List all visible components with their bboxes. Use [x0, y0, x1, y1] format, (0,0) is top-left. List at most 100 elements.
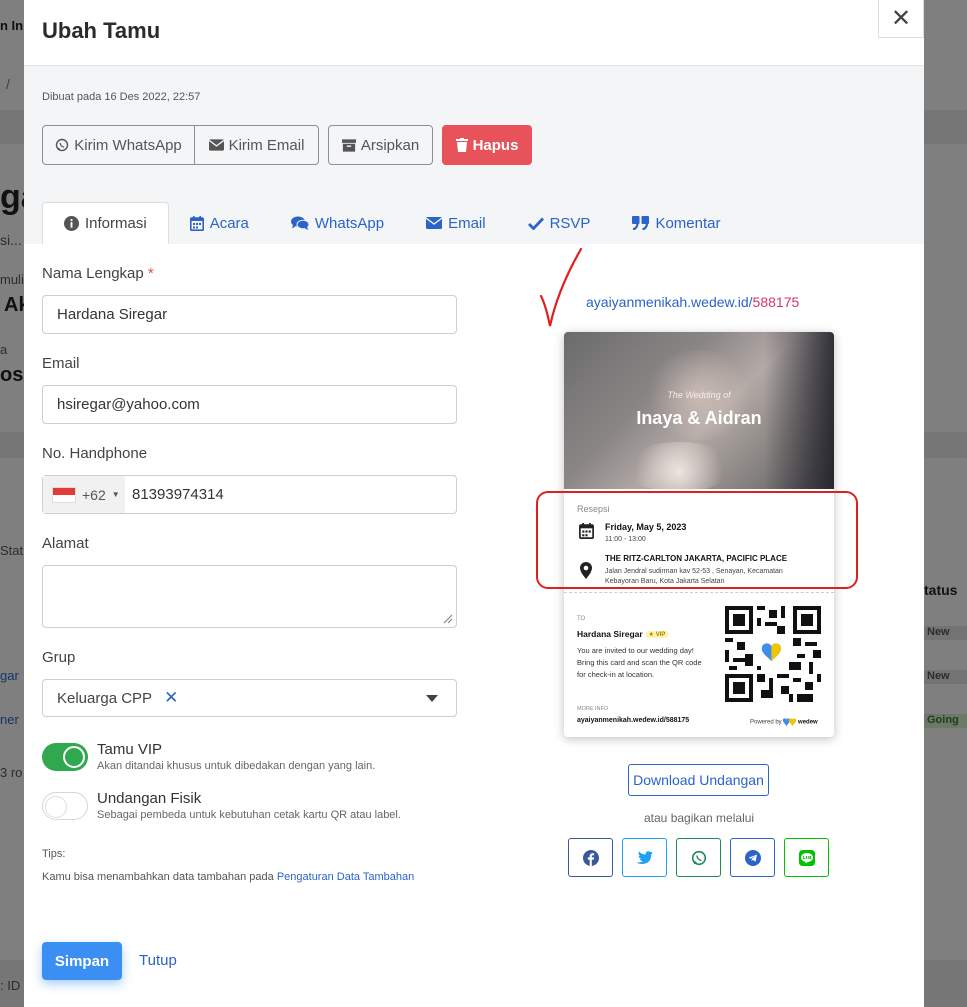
tab-acara[interactable]: Acara: [169, 202, 270, 244]
card-powered-by: Powered by wedew: [750, 718, 818, 726]
powered-by-text: Powered by: [750, 719, 782, 726]
telegram-icon: [744, 849, 761, 866]
tab-label: RSVP: [549, 214, 591, 232]
tab-label: Acara: [209, 214, 249, 232]
trash-icon: [455, 138, 468, 152]
brand-name: wedew: [798, 719, 818, 726]
country-code-select[interactable]: +62 ▼: [43, 476, 125, 513]
email-input[interactable]: hsiregar@yahoo.com: [42, 385, 457, 424]
additional-data-settings-link[interactable]: Pengaturan Data Tambahan: [277, 871, 414, 883]
archive-button[interactable]: Arsipkan: [328, 125, 433, 165]
red-highlight-annotation: [536, 491, 858, 589]
share-facebook-button[interactable]: [568, 838, 613, 877]
send-email-button[interactable]: Kirim Email: [195, 125, 319, 165]
check-icon: [527, 217, 544, 230]
tab-whatsapp[interactable]: WhatsApp: [270, 202, 405, 244]
send-email-label: Kirim Email: [228, 136, 305, 154]
card-divider: [564, 592, 834, 593]
tab-label: Email: [448, 214, 486, 232]
physical-invitation-toggle[interactable]: [42, 792, 88, 820]
delete-button[interactable]: Hapus: [442, 125, 532, 165]
resize-handle-icon[interactable]: [443, 614, 453, 624]
more-info-label: MORE INFO: [577, 706, 609, 712]
vip-description: Akan ditandai khusus untuk dibedakan den…: [97, 760, 376, 772]
phone-field: +62 ▼ 81393974314: [42, 475, 457, 514]
physical-invitation-title: Undangan Fisik: [97, 790, 202, 807]
group-label: Grup: [42, 649, 76, 666]
name-input[interactable]: Hardana Siregar: [42, 295, 457, 334]
delete-label: Hapus: [472, 136, 519, 154]
tab-label: WhatsApp: [314, 214, 385, 232]
couple-names: Inaya & Aidran: [636, 408, 762, 428]
facebook-icon: [582, 849, 599, 866]
vip-title: Tamu VIP: [97, 741, 163, 758]
toggle-knob: [45, 796, 67, 818]
card-message-line3: for check-in at location.: [577, 670, 655, 679]
send-whatsapp-label: Kirim WhatsApp: [74, 136, 182, 154]
envelope-icon: [426, 217, 443, 229]
group-select[interactable]: Keluarga CPP ✕: [42, 679, 457, 717]
tab-informasi[interactable]: Informasi: [42, 202, 169, 244]
close-icon[interactable]: ✕: [878, 0, 924, 38]
vip-toggle[interactable]: [42, 743, 88, 771]
info-circle-icon: [64, 216, 79, 231]
created-timestamp: Dibuat pada 16 Des 2022, 22:57: [42, 91, 201, 103]
archive-icon: [341, 138, 356, 152]
whatsapp-icon: [691, 850, 706, 865]
qr-code: [725, 606, 821, 702]
phone-label: No. Handphone: [42, 445, 148, 462]
physical-invitation-description: Sebagai pembeda untuk kebutuhan cetak ka…: [97, 809, 401, 821]
required-mark: *: [147, 265, 154, 282]
vip-badge: ★ VIP: [645, 631, 669, 639]
clear-group-icon[interactable]: ✕: [164, 688, 178, 708]
modal-title: Ubah Tamu: [42, 18, 161, 43]
download-invitation-button[interactable]: Download Undangan: [628, 764, 769, 796]
card-message-line2: Bring this card and scan the QR code: [577, 658, 702, 667]
card-footer-url: ayaiyanmenikah.wedew.id/588175: [577, 717, 690, 724]
tips-label: Tips:: [42, 848, 66, 860]
country-code: +62: [82, 486, 106, 503]
invitation-url-id: 588175: [752, 294, 800, 310]
chevron-down-icon: ▼: [111, 490, 120, 499]
card-subtitle: The Wedding of: [667, 390, 731, 400]
wedew-logo-icon: [783, 718, 797, 726]
dropdown-caret-icon[interactable]: [426, 695, 438, 702]
name-label: Nama Lengkap *: [42, 265, 154, 282]
tips-body: Kamu bisa menambahkan data tambahan pada: [42, 871, 277, 883]
invitation-url-base: ayaiyanmenikah.wedew.id/: [586, 294, 753, 310]
tab-komentar[interactable]: Komentar: [611, 202, 741, 244]
photo-flowers: [624, 442, 734, 492]
calendar-icon: [189, 215, 204, 231]
line-icon: [798, 849, 815, 866]
modal-header: Ubah Tamu: [24, 0, 924, 66]
card-guest-name: Hardana Siregar ★ VIP: [577, 629, 669, 639]
save-button[interactable]: Simpan: [42, 942, 122, 980]
invitation-url[interactable]: ayaiyanmenikah.wedew.id/588175: [586, 294, 799, 310]
send-whatsapp-button[interactable]: Kirim WhatsApp: [42, 125, 195, 165]
envelope-icon: [208, 139, 224, 151]
chat-bubbles-icon: [290, 216, 309, 230]
tips-text: Kamu bisa menambahkan data tambahan pada…: [42, 871, 414, 883]
email-label: Email: [42, 355, 80, 372]
share-whatsapp-button[interactable]: [676, 838, 721, 877]
edit-guest-modal: Ubah Tamu ✕ Dibuat pada 16 Des 2022, 22:…: [24, 0, 924, 1007]
handwritten-check-annotation: [539, 247, 583, 327]
address-textarea[interactable]: [42, 565, 457, 628]
share-line-button[interactable]: [784, 838, 829, 877]
share-telegram-button[interactable]: [730, 838, 775, 877]
archive-label: Arsipkan: [360, 136, 420, 154]
tab-label: Informasi: [85, 215, 147, 232]
phone-input[interactable]: 81393974314: [132, 486, 224, 503]
tab-email[interactable]: Email: [405, 202, 507, 244]
share-twitter-button[interactable]: [622, 838, 667, 877]
close-button[interactable]: Tutup: [139, 952, 177, 969]
to-label: TO: [577, 616, 586, 622]
tab-rsvp[interactable]: RSVP: [507, 202, 612, 244]
name-label-text: Nama Lengkap: [42, 265, 144, 282]
whatsapp-icon: [56, 138, 69, 152]
toggle-knob: [63, 746, 85, 768]
indonesia-flag-icon: [52, 486, 76, 503]
modal-toolbar: Dibuat pada 16 Des 2022, 22:57 Kirim Wha…: [24, 66, 924, 244]
card-guest-name-text: Hardana Siregar: [577, 629, 643, 639]
tab-label: Komentar: [655, 214, 721, 232]
